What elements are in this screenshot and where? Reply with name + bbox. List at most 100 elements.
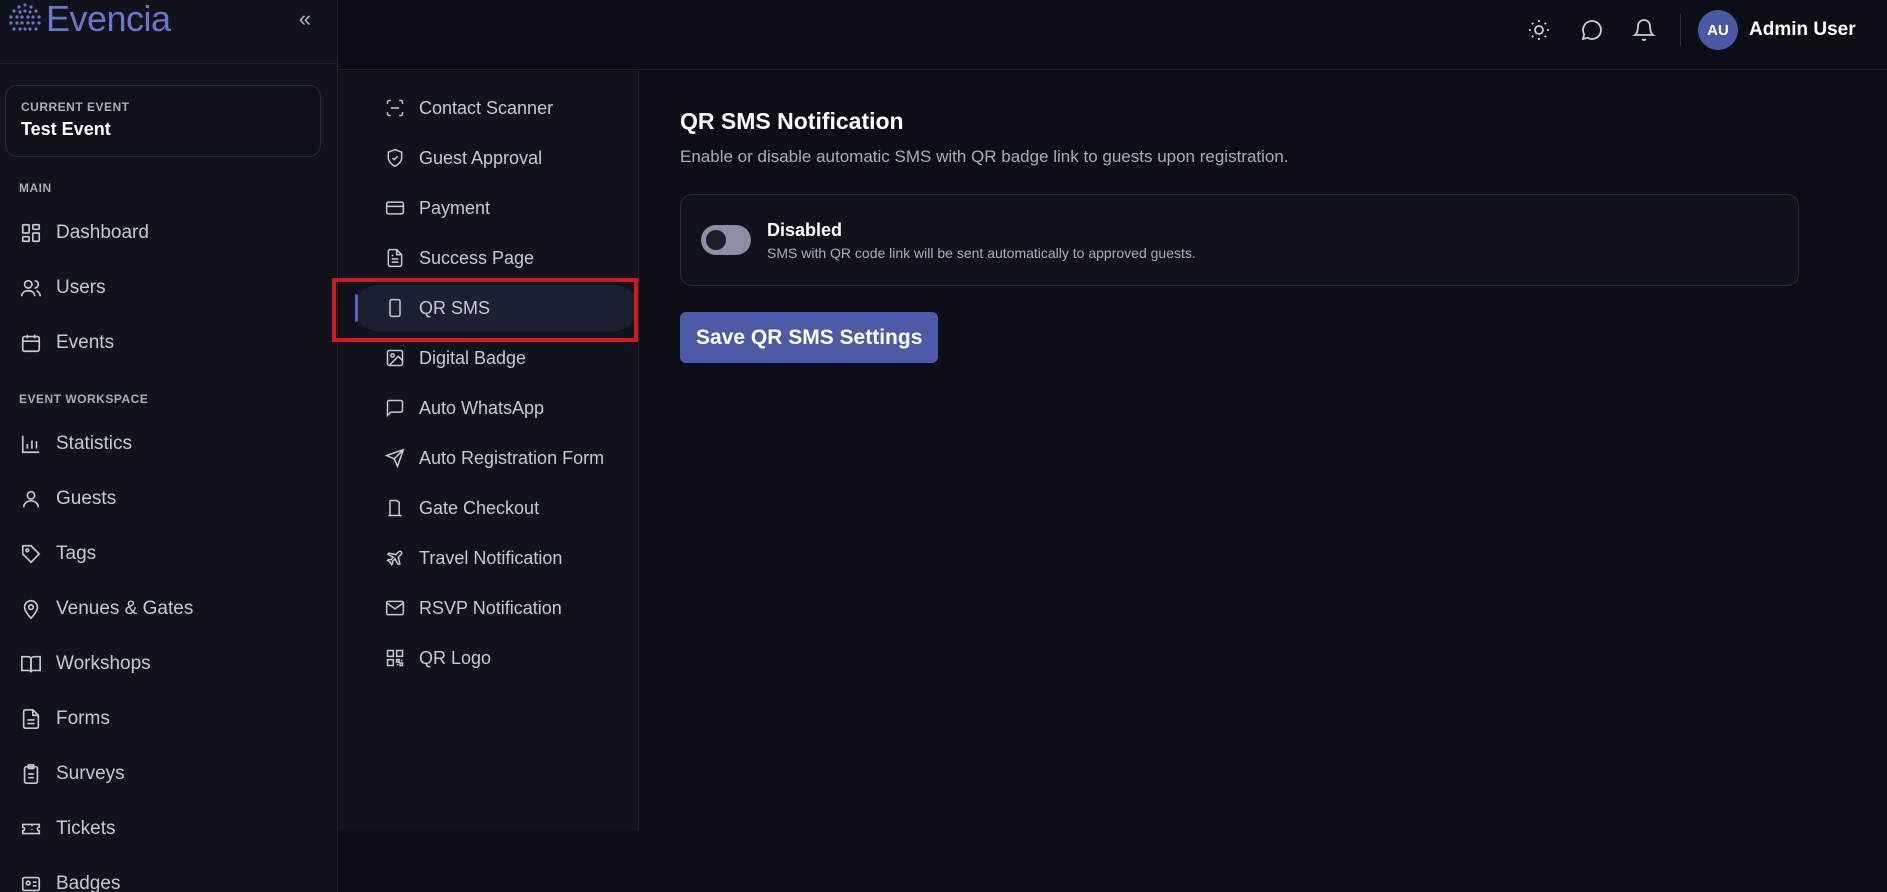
submenu-item-label: Auto WhatsApp	[419, 397, 545, 418]
book-icon	[21, 655, 41, 672]
submenu-item-gate-checkout[interactable]: Gate Checkout	[355, 485, 639, 531]
file-icon	[22, 708, 40, 729]
sidebar-item-label: Dashboard	[56, 221, 149, 243]
submenu-item-guest-approval[interactable]: Guest Approval	[355, 135, 639, 181]
sidebar-item-label: Tags	[56, 542, 97, 564]
sidebar-item-label: Statistics	[56, 432, 133, 454]
save-qr-sms-settings-button[interactable]: Save QR SMS Settings	[680, 312, 939, 363]
map-pin-icon	[23, 599, 39, 619]
sidebar-item-dashboard[interactable]: Dashboard	[0, 205, 337, 260]
plane-icon	[386, 550, 403, 566]
door-icon	[388, 499, 402, 517]
sidebar-item-label: Guests	[56, 487, 117, 509]
submenu-item-qr-sms[interactable]: QR SMS	[355, 285, 637, 331]
clipboard-icon	[23, 763, 39, 784]
submenu-item-label: Gate Checkout	[419, 497, 540, 518]
top-bar: AU Admin User	[339, 0, 1887, 70]
bell-icon[interactable]	[1632, 18, 1656, 42]
current-event-card[interactable]: CURRENT EVENT Test Event	[5, 85, 321, 157]
sidebar-item-badges[interactable]: Badges	[0, 856, 337, 892]
submenu-item-rsvp-notification[interactable]: RSVP Notification	[355, 585, 639, 631]
users-icon	[21, 279, 41, 296]
submenu-item-label: Travel Notification	[419, 547, 563, 568]
credit-card-icon	[385, 201, 405, 215]
logo[interactable]: Evencia	[8, 0, 171, 40]
sidebar-item-venues-gates[interactable]: Venues & Gates	[0, 581, 337, 636]
avatar[interactable]: AU	[1698, 10, 1738, 50]
sidebar-item-label: Forms	[56, 707, 110, 729]
shield-check-icon	[387, 148, 403, 168]
ticket-icon	[21, 823, 41, 834]
toggle-state-label: Disabled	[767, 219, 843, 240]
submenu-item-auto-registration-form[interactable]: Auto Registration Form	[355, 435, 639, 481]
sidebar-item-label: Badges	[56, 872, 121, 892]
sidebar-item-workshops[interactable]: Workshops	[0, 636, 337, 691]
smartphone-icon	[389, 298, 401, 318]
submenu-item-label: Payment	[419, 197, 491, 218]
sidebar-item-tickets[interactable]: Tickets	[0, 801, 337, 856]
submenu-item-auto-whatsapp[interactable]: Auto WhatsApp	[355, 385, 639, 431]
submenu-item-label: RSVP Notification	[419, 597, 562, 618]
sidebar-item-label: Venues & Gates	[56, 597, 194, 619]
badge-icon	[21, 876, 41, 891]
main-content: QR SMS Notification Enable or disable au…	[680, 108, 1800, 363]
sidebar-item-label: Tickets	[56, 817, 116, 839]
user-icon	[22, 490, 40, 507]
toggle-knob	[706, 230, 726, 250]
sidebar-item-label: Surveys	[56, 762, 125, 784]
dashboard-icon	[21, 223, 41, 242]
qr-code-icon	[386, 649, 404, 667]
sidebar-item-label: Events	[56, 331, 115, 353]
submenu-item-label: Auto Registration Form	[419, 447, 605, 468]
sidebar-item-tags[interactable]: Tags	[0, 526, 337, 581]
sidebar-item-statistics[interactable]: Statistics	[0, 416, 337, 471]
section-main-title: MAIN	[19, 181, 52, 195]
tag-icon	[21, 544, 41, 563]
sidebar: Evencia « CURRENT EVENT Test Event MAIN …	[0, 0, 338, 892]
page-description: Enable or disable automatic SMS with QR …	[680, 147, 1289, 166]
submenu-item-label: QR Logo	[419, 647, 492, 668]
submenu-item-label: Digital Badge	[419, 347, 527, 368]
sidebar-item-forms[interactable]: Forms	[0, 691, 337, 746]
header-divider	[1680, 14, 1681, 46]
theme-toggle-icon[interactable]	[1527, 18, 1551, 42]
submenu-item-label: Guest Approval	[419, 147, 543, 168]
bar-chart-icon	[21, 435, 40, 453]
calendar-icon	[21, 334, 41, 352]
brand-bar: Evencia «	[0, 0, 337, 64]
submenu-item-payment[interactable]: Payment	[355, 185, 639, 231]
qr-sms-toggle-switch[interactable]	[701, 225, 751, 255]
page-title: QR SMS Notification	[680, 108, 904, 134]
toggle-help-text: SMS with QR code link will be sent autom…	[767, 244, 1196, 261]
chat-icon[interactable]	[1580, 18, 1604, 42]
sidebar-item-label: Users	[56, 276, 106, 298]
sidebar-item-guests[interactable]: Guests	[0, 471, 337, 526]
toggle-text: Disabled SMS with QR code link will be s…	[767, 220, 1196, 261]
brand-name: Evencia	[46, 0, 171, 39]
sidebar-item-users[interactable]: Users	[0, 260, 337, 315]
submenu-item-qr-logo[interactable]: QR Logo	[355, 635, 639, 681]
image-icon	[386, 349, 404, 367]
current-event-name: Test Event	[21, 119, 111, 139]
sidebar-item-label: Workshops	[56, 652, 151, 674]
mail-icon	[385, 600, 405, 616]
submenu-item-label: Contact Scanner	[419, 97, 554, 118]
submenu-item-label: Success Page	[419, 247, 535, 268]
file-text-icon	[387, 248, 403, 268]
submenu-item-success-page[interactable]: Success Page	[355, 235, 639, 281]
sidebar-item-events[interactable]: Events	[0, 315, 337, 370]
submenu-item-digital-badge[interactable]: Digital Badge	[355, 335, 639, 381]
scan-icon	[386, 99, 404, 117]
collapse-sidebar-icon[interactable]: «	[299, 6, 311, 32]
user-name[interactable]: Admin User	[1749, 19, 1856, 41]
submenu-item-label: QR SMS	[419, 297, 491, 318]
sidebar-item-surveys[interactable]: Surveys	[0, 746, 337, 801]
send-icon	[385, 448, 405, 468]
current-event-label: CURRENT EVENT	[21, 100, 130, 114]
submenu-item-contact-scanner[interactable]: Contact Scanner	[355, 85, 639, 131]
logo-dots-icon	[9, 2, 41, 31]
submenu-item-travel-notification[interactable]: Travel Notification	[355, 535, 639, 581]
message-square-icon	[386, 399, 404, 418]
section-workspace-title: EVENT WORKSPACE	[19, 392, 149, 406]
qr-sms-toggle-card: Disabled SMS with QR code link will be s…	[680, 194, 1799, 286]
